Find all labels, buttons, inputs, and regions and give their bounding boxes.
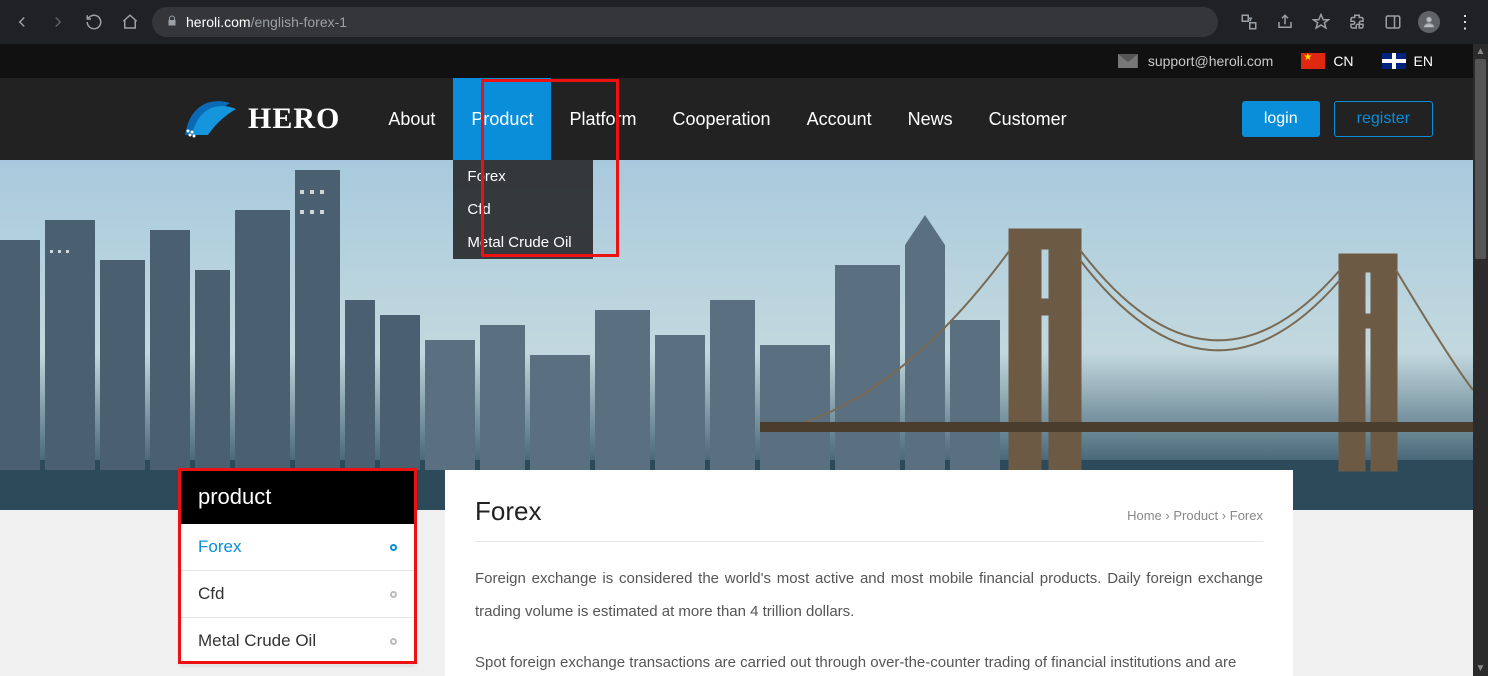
kebab-menu-icon[interactable]: ⋮ (1450, 8, 1480, 36)
content-row: product Forex Cfd Metal Crude Oil (0, 470, 1473, 676)
support-email[interactable]: support@heroli.com (1118, 53, 1274, 69)
nav-platform[interactable]: Platform (551, 78, 654, 160)
hero-banner (0, 160, 1473, 510)
sidebar-item-metal[interactable]: Metal Crude Oil (180, 618, 415, 665)
bullet-icon (390, 638, 397, 645)
lang-en-label: EN (1414, 53, 1433, 69)
mail-icon (1118, 54, 1138, 68)
page-title: Forex (475, 496, 541, 527)
product-dropdown: Forex Cfd Metal Crude Oil (453, 160, 593, 259)
dropdown-metal[interactable]: Metal Crude Oil (453, 226, 593, 259)
body-paragraph: Foreign exchange is considered the world… (475, 562, 1263, 628)
bullet-icon (390, 544, 397, 551)
scrollbar-down-button[interactable]: ▼ (1473, 661, 1488, 676)
dropdown-forex[interactable]: Forex (453, 160, 593, 193)
lang-cn-label: CN (1333, 53, 1353, 69)
address-bar[interactable]: heroli.com/english-forex-1 (152, 7, 1218, 37)
breadcrumb-product[interactable]: Product (1173, 508, 1218, 523)
home-button[interactable] (116, 8, 144, 36)
browser-toolbar: heroli.com/english-forex-1 ⋮ (0, 0, 1488, 44)
forward-button[interactable] (44, 8, 72, 36)
register-button[interactable]: register (1334, 101, 1433, 137)
top-contact-strip: support@heroli.com CN EN (0, 44, 1473, 78)
back-button[interactable] (8, 8, 36, 36)
login-button[interactable]: login (1242, 101, 1320, 137)
share-icon[interactable] (1270, 8, 1300, 36)
sidebar-title: product (180, 470, 415, 524)
url-text: heroli.com/english-forex-1 (186, 14, 347, 30)
breadcrumb-home[interactable]: Home (1127, 508, 1162, 523)
bookmark-star-icon[interactable] (1306, 8, 1336, 36)
main-content: Forex Home › Product › Forex Foreign exc… (445, 470, 1293, 676)
sidebar-item-label: Metal Crude Oil (198, 631, 316, 651)
nav-about[interactable]: About (370, 78, 453, 160)
nav-customer[interactable]: Customer (971, 78, 1085, 160)
nav-account[interactable]: Account (789, 78, 890, 160)
sidebar: product Forex Cfd Metal Crude Oil (180, 470, 415, 665)
vertical-scrollbar[interactable]: ▲ ▼ (1473, 44, 1488, 676)
main-navbar: HERO About Product Forex Cfd Metal Crude… (0, 78, 1473, 160)
logo-text: HERO (248, 102, 340, 136)
nav-cooperation[interactable]: Cooperation (654, 78, 788, 160)
lock-icon (166, 14, 178, 31)
breadcrumb-current: Forex (1230, 508, 1263, 523)
flag-en-icon (1382, 53, 1406, 69)
sidepanel-icon[interactable] (1378, 8, 1408, 36)
translate-icon[interactable] (1234, 8, 1264, 36)
body-paragraph: Spot foreign exchange transactions are c… (475, 646, 1263, 676)
sidebar-item-label: Cfd (198, 584, 224, 604)
nav-menu: About Product Forex Cfd Metal Crude Oil … (370, 78, 1084, 160)
logo-mark-icon (180, 95, 240, 143)
nav-product[interactable]: Product Forex Cfd Metal Crude Oil (453, 78, 551, 160)
sidebar-item-forex[interactable]: Forex (180, 524, 415, 571)
page-viewport: ▲ ▼ support@heroli.com CN EN (0, 44, 1488, 676)
extensions-icon[interactable] (1342, 8, 1372, 36)
breadcrumb: Home › Product › Forex (1127, 508, 1263, 523)
sidebar-item-cfd[interactable]: Cfd (180, 571, 415, 618)
support-email-text: support@heroli.com (1148, 53, 1274, 69)
sidebar-item-label: Forex (198, 537, 241, 557)
nav-news[interactable]: News (890, 78, 971, 160)
scrollbar-thumb[interactable] (1475, 59, 1486, 259)
lang-en[interactable]: EN (1382, 53, 1433, 69)
scrollbar-up-button[interactable]: ▲ (1473, 44, 1488, 59)
bullet-icon (390, 591, 397, 598)
reload-button[interactable] (80, 8, 108, 36)
lang-cn[interactable]: CN (1301, 53, 1353, 69)
sidebar-wrapper: product Forex Cfd Metal Crude Oil (180, 470, 415, 676)
dropdown-cfd[interactable]: Cfd (453, 193, 593, 226)
site-logo[interactable]: HERO (180, 95, 340, 143)
profile-avatar[interactable] (1414, 8, 1444, 36)
flag-cn-icon (1301, 53, 1325, 69)
